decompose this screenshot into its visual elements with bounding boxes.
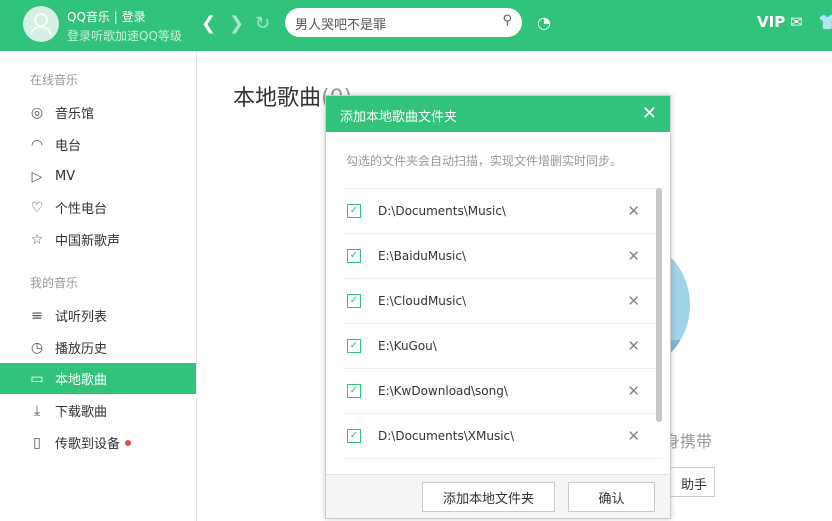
sidebar-item-local-songs[interactable]: ▭ 本地歌曲 xyxy=(0,363,196,394)
folder-row: ✓ D:\Documents\Music\ ✕ xyxy=(344,189,662,234)
notification-dot xyxy=(125,439,132,446)
close-icon[interactable]: ✕ xyxy=(642,103,657,124)
heart-radio-icon: ♡ xyxy=(30,199,44,216)
mail-icon[interactable]: ✉ xyxy=(790,13,803,31)
folder-path: D:\Documents\Music\ xyxy=(378,204,506,218)
sidebar-item-history[interactable]: ◷ 播放历史 xyxy=(0,332,196,363)
folder-row: ✓ E:\CloudMusic\ ✕ xyxy=(344,279,662,324)
folder-checkbox[interactable]: ✓ xyxy=(347,249,361,263)
sidebar-item-label: MV xyxy=(55,169,76,184)
search-icon[interactable]: ⚲ xyxy=(502,13,512,28)
folder-checkbox[interactable]: ✓ xyxy=(347,204,361,218)
sidebar-item-label: 试听列表 xyxy=(55,310,108,325)
folder-checkbox[interactable]: ✓ xyxy=(347,339,361,353)
back-icon[interactable]: ❮ xyxy=(201,13,216,34)
remove-icon[interactable]: ✕ xyxy=(627,292,640,310)
remove-icon[interactable]: ✕ xyxy=(627,382,640,400)
history-icon: ◷ xyxy=(30,339,44,356)
background-text: 身携带 xyxy=(664,432,713,451)
sidebar-item-label: 中国新歌声 xyxy=(55,234,121,249)
sidebar-item-personal-radio[interactable]: ♡ 个性电台 xyxy=(0,192,196,223)
mv-icon: ▷ xyxy=(31,168,43,185)
sidebar-item-radio[interactable]: ◠ 电台 xyxy=(0,129,196,160)
confirm-button[interactable]: 确认 xyxy=(568,482,655,512)
sidebar-item-label: 下载歌曲 xyxy=(55,405,108,420)
sidebar-item-playlist[interactable]: ≡ 试听列表 xyxy=(0,300,196,331)
download-icon: ⤓ xyxy=(33,402,41,419)
device-icon: ▯ xyxy=(33,434,41,451)
folder-path: D:\Documents\XMusic\ xyxy=(378,429,515,443)
sidebar-item-device[interactable]: ▯ 传歌到设备 xyxy=(0,427,196,458)
sidebar-item-sing-china[interactable]: ☆ 中国新歌声 xyxy=(0,224,196,255)
playlist-icon: ≡ xyxy=(31,307,43,324)
scrollbar[interactable] xyxy=(656,188,662,422)
dialog-title: 添加本地歌曲文件夹 xyxy=(340,110,458,125)
radio-icon: ◠ xyxy=(30,136,44,153)
remove-icon[interactable]: ✕ xyxy=(627,337,640,355)
remove-icon[interactable]: ✕ xyxy=(627,202,640,220)
folder-checkbox[interactable]: ✓ xyxy=(347,294,361,308)
folder-path: E:\CloudMusic\ xyxy=(378,294,467,308)
search-input[interactable]: 男人哭吧不是罪 ⚲ xyxy=(285,8,522,37)
recognize-icon[interactable]: ◔ xyxy=(537,13,551,32)
avatar[interactable] xyxy=(23,6,59,42)
folder-checkbox[interactable]: ✓ xyxy=(347,384,361,398)
sidebar-item-downloads[interactable]: ⤓ 下载歌曲 xyxy=(0,395,196,426)
folder-row: ✓ E:\KuGou\ ✕ xyxy=(344,324,662,369)
add-folder-button[interactable]: 添加本地文件夹 xyxy=(422,482,555,512)
forward-icon[interactable]: ❯ xyxy=(229,13,244,34)
dialog-footer: 添加本地文件夹 确认 xyxy=(326,474,670,518)
monitor-icon: ▭ xyxy=(30,370,44,387)
folder-path: E:\BaiduMusic\ xyxy=(378,249,466,263)
sidebar-item-label: 个性电台 xyxy=(55,202,108,217)
login-link[interactable]: QQ音乐 | 登录 xyxy=(67,8,146,25)
folder-list: ✓ D:\Documents\Music\ ✕ ✓ E:\BaiduMusic\ ✕ ✓… xyxy=(344,188,662,470)
dialog-header: 添加本地歌曲文件夹 ✕ xyxy=(326,96,670,132)
login-subtitle: 登录听歌加速QQ等级 xyxy=(67,29,182,43)
section-online: 在线音乐 xyxy=(30,73,79,87)
star-icon: ☆ xyxy=(30,231,44,248)
folder-row-partial: ✓✕ xyxy=(344,459,662,470)
music-hall-icon: ◎ xyxy=(30,104,44,121)
folder-row: ✓ D:\Documents\XMusic\ ✕ xyxy=(344,414,662,459)
top-bar: QQ音乐 | 登录 登录听歌加速QQ等级 ❮ ❯ ↻ 男人哭吧不是罪 ⚲ ◔ VI… xyxy=(0,0,832,51)
sidebar-item-label: 电台 xyxy=(55,139,82,154)
section-mine: 我的音乐 xyxy=(30,276,79,290)
remove-icon[interactable]: ✕ xyxy=(627,427,640,445)
folder-path: E:\KuGou\ xyxy=(378,339,437,353)
add-folder-dialog: 添加本地歌曲文件夹 ✕ 勾选的文件夹会自动扫描，实现文件增删实时同步。 ✓ D:\D… xyxy=(325,95,671,519)
sidebar: 在线音乐 ◎ 音乐馆 ◠ 电台 ▷ MV ♡ 个性电台 ☆ 中国新歌声 我的音乐 ≡ 试听列… xyxy=(0,51,197,521)
sidebar-item-label: 本地歌曲 xyxy=(55,373,108,388)
search-value: 男人哭吧不是罪 xyxy=(295,18,387,33)
sidebar-item-label: 音乐馆 xyxy=(55,107,95,122)
folder-checkbox[interactable]: ✓ xyxy=(347,429,361,443)
dialog-description: 勾选的文件夹会自动扫描，实现文件增删实时同步。 xyxy=(346,154,623,168)
folder-path: E:\KwDownload\song\ xyxy=(378,384,508,398)
folder-row: ✓ E:\KwDownload\song\ ✕ xyxy=(344,369,662,414)
folder-row: ✓ E:\BaiduMusic\ ✕ xyxy=(344,234,662,279)
sidebar-item-music-hall[interactable]: ◎ 音乐馆 xyxy=(0,97,196,128)
remove-icon[interactable]: ✕ xyxy=(627,247,640,265)
sidebar-item-label: 传歌到设备 xyxy=(55,437,121,452)
vip-link[interactable]: VIP xyxy=(757,13,785,31)
skin-icon[interactable]: 👕 xyxy=(818,13,832,31)
refresh-icon[interactable]: ↻ xyxy=(255,13,270,34)
sidebar-item-label: 播放历史 xyxy=(55,342,108,357)
sidebar-item-mv[interactable]: ▷ MV xyxy=(0,161,196,192)
page-title-text: 本地歌曲 xyxy=(233,86,322,111)
